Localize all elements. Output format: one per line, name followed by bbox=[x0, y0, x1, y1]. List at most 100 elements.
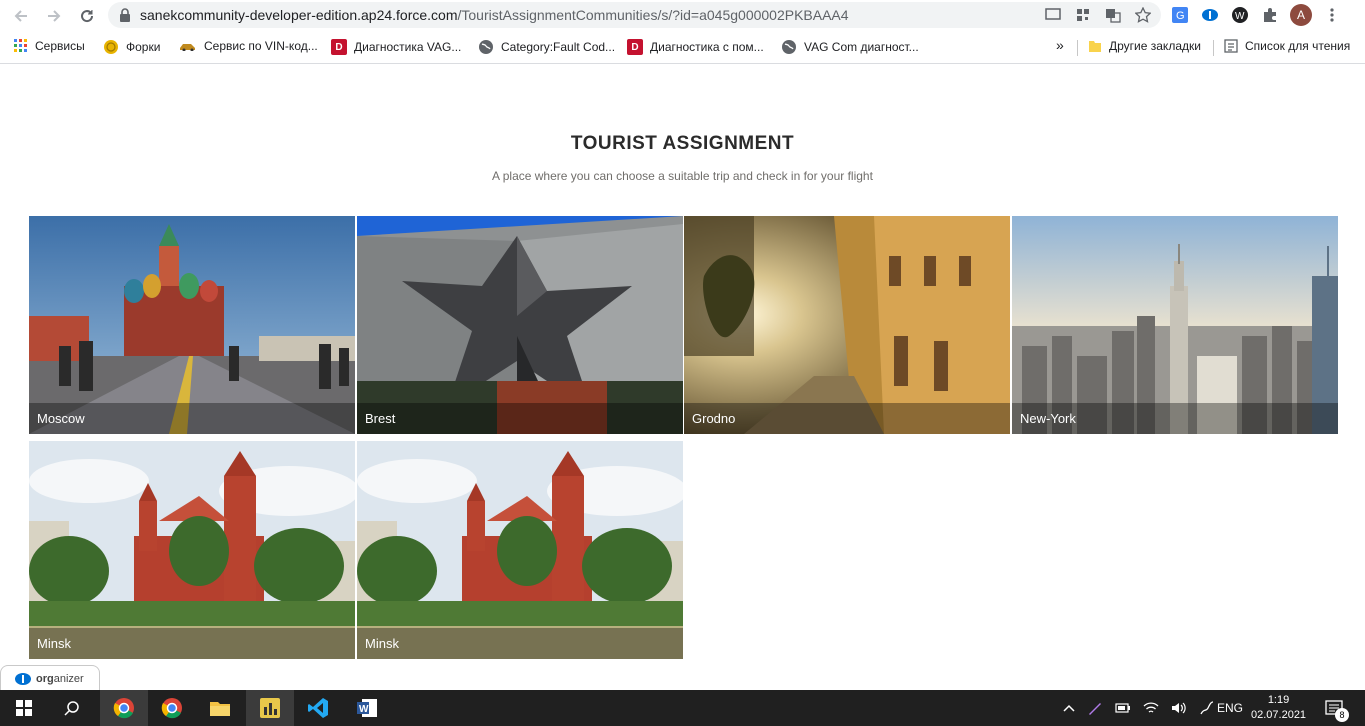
system-tray bbox=[1063, 690, 1215, 726]
url-host: sanekcommunity-developer-edition.ap24.fo… bbox=[140, 7, 458, 23]
tile-label: Minsk bbox=[37, 636, 71, 651]
search-icon bbox=[64, 701, 79, 716]
globe-icon bbox=[782, 40, 796, 54]
taskbar-word[interactable]: W bbox=[343, 690, 391, 726]
bookmark-vag-com[interactable]: VAG Com диагност... bbox=[781, 39, 919, 55]
tile-label: Brest bbox=[365, 411, 396, 426]
reload-icon bbox=[81, 10, 94, 23]
bookmark-label: VAG Com диагност... bbox=[804, 40, 919, 54]
tile-new-york[interactable]: New-York bbox=[1012, 216, 1338, 434]
google-translate-extension-icon[interactable]: G bbox=[1170, 5, 1190, 25]
grodno-photo bbox=[684, 216, 1010, 434]
menu-kebab-icon[interactable] bbox=[1322, 5, 1342, 25]
organizer-tab[interactable]: organizer bbox=[0, 665, 100, 691]
globe-icon bbox=[479, 40, 493, 54]
notification-count-badge: 8 bbox=[1335, 708, 1349, 722]
bookmark-star-icon[interactable] bbox=[1133, 5, 1153, 25]
bookmark-vin-service[interactable]: Сервис по VIN-код... bbox=[179, 39, 318, 53]
brest-photo bbox=[357, 216, 683, 434]
minsk-photo bbox=[29, 441, 355, 659]
pen-icon[interactable] bbox=[1087, 700, 1103, 716]
reload-button[interactable] bbox=[75, 4, 99, 28]
tile-caption bbox=[357, 403, 683, 434]
bookmark-diagnostics-with[interactable]: D Диагностика с пом... bbox=[627, 39, 764, 55]
tile-label: Moscow bbox=[37, 411, 85, 426]
notifications-button[interactable]: 8 bbox=[1325, 690, 1349, 726]
reading-list-button[interactable]: Список для чтения bbox=[1224, 39, 1350, 53]
organizer-logo-icon bbox=[15, 672, 31, 685]
svg-text:W: W bbox=[1235, 11, 1245, 22]
forward-button[interactable] bbox=[42, 4, 66, 28]
chrome-icon bbox=[113, 698, 134, 719]
browser-toolbar: sanekcommunity-developer-edition.ap24.fo… bbox=[0, 0, 1365, 32]
more-bookmarks-button[interactable]: » bbox=[1056, 37, 1064, 53]
tile-grodno[interactable]: Grodno bbox=[684, 216, 1010, 434]
bookmark-label: Диагностика с пом... bbox=[650, 40, 764, 54]
translate-icon[interactable] bbox=[1103, 5, 1123, 25]
page-subtitle: A place where you can choose a suitable … bbox=[492, 169, 873, 183]
w-extension-icon[interactable]: W bbox=[1230, 5, 1250, 25]
bookmark-forks[interactable]: Форки bbox=[103, 39, 160, 55]
clock-date: 02.07.2021 bbox=[1251, 709, 1307, 721]
tile-minsk[interactable]: Minsk bbox=[357, 441, 683, 659]
bookmark-label: Список для чтения bbox=[1245, 39, 1351, 53]
bookmark-label: Category:Fault Cod... bbox=[501, 40, 616, 54]
taskbar-chrome[interactable] bbox=[100, 690, 148, 726]
bookmark-services[interactable]: Сервисы bbox=[14, 39, 85, 53]
profile-avatar[interactable]: A bbox=[1290, 4, 1312, 26]
bookmark-vag-diagnostics[interactable]: D Диагностика VAG... bbox=[331, 39, 461, 55]
lock-icon[interactable] bbox=[119, 8, 131, 22]
clock[interactable]: 1:19 02.07.2021 bbox=[1251, 690, 1306, 726]
salesforce-inspector-icon[interactable] bbox=[1200, 5, 1220, 25]
arrow-left-icon bbox=[14, 10, 27, 22]
handwriting-icon[interactable] bbox=[1199, 700, 1215, 716]
tile-minsk[interactable]: Minsk bbox=[29, 441, 355, 659]
start-button[interactable] bbox=[0, 690, 48, 726]
tile-caption bbox=[357, 628, 683, 659]
chrome-icon bbox=[161, 698, 182, 719]
taskbar-chrome-profile[interactable] bbox=[148, 690, 196, 726]
taskbar-app[interactable] bbox=[246, 690, 294, 726]
d-logo-icon: D bbox=[331, 39, 347, 55]
tile-caption bbox=[29, 628, 355, 659]
address-bar[interactable]: sanekcommunity-developer-edition.ap24.fo… bbox=[108, 2, 1161, 28]
moscow-photo bbox=[29, 216, 355, 434]
app-icon bbox=[260, 698, 280, 718]
chevron-up-icon[interactable] bbox=[1063, 704, 1075, 712]
volume-icon[interactable] bbox=[1171, 701, 1187, 715]
word-icon: W bbox=[357, 699, 377, 717]
bookmark-label: Сервис по VIN-код... bbox=[204, 39, 318, 53]
windows-logo-icon bbox=[16, 700, 32, 716]
windows-taskbar: W ENG 1:19 02.07.2021 8 bbox=[0, 690, 1365, 726]
svg-text:G: G bbox=[1176, 10, 1185, 22]
d-logo-icon: D bbox=[627, 39, 643, 55]
bookmark-label: Диагностика VAG... bbox=[354, 40, 462, 54]
bookmark-fault-codes[interactable]: Category:Fault Cod... bbox=[478, 39, 615, 55]
tile-brest[interactable]: Brest bbox=[357, 216, 683, 434]
new-york-photo bbox=[1012, 216, 1338, 434]
organizer-label-rest: anizer bbox=[53, 672, 84, 685]
bookmark-other-folder[interactable]: Другие закладки bbox=[1088, 39, 1201, 53]
battery-icon[interactable] bbox=[1115, 702, 1131, 714]
reading-list-icon bbox=[1224, 39, 1238, 53]
bookmarks-separator bbox=[1077, 40, 1078, 56]
qr-code-icon[interactable] bbox=[1073, 5, 1093, 25]
apps-grid-icon bbox=[14, 39, 27, 52]
language-indicator[interactable]: ENG bbox=[1217, 690, 1243, 726]
organizer-label-bold: org bbox=[36, 672, 54, 685]
taskbar-vscode[interactable] bbox=[294, 690, 342, 726]
url-text[interactable]: sanekcommunity-developer-edition.ap24.fo… bbox=[140, 7, 849, 23]
url-path: /TouristAssignmentCommunities/s/?id=a045… bbox=[457, 7, 849, 23]
wifi-icon[interactable] bbox=[1143, 701, 1159, 715]
search-button[interactable] bbox=[48, 690, 96, 726]
tile-moscow[interactable]: Moscow bbox=[29, 216, 355, 434]
back-button[interactable] bbox=[9, 4, 33, 28]
coin-icon bbox=[104, 40, 118, 54]
taskbar-explorer[interactable] bbox=[196, 690, 244, 726]
extensions-puzzle-icon[interactable] bbox=[1260, 5, 1280, 25]
bookmark-label: Сервисы bbox=[35, 39, 85, 53]
arrow-right-icon bbox=[48, 10, 61, 22]
car-icon bbox=[180, 44, 195, 51]
tile-label: Grodno bbox=[692, 411, 736, 426]
cast-icon[interactable] bbox=[1043, 5, 1063, 25]
